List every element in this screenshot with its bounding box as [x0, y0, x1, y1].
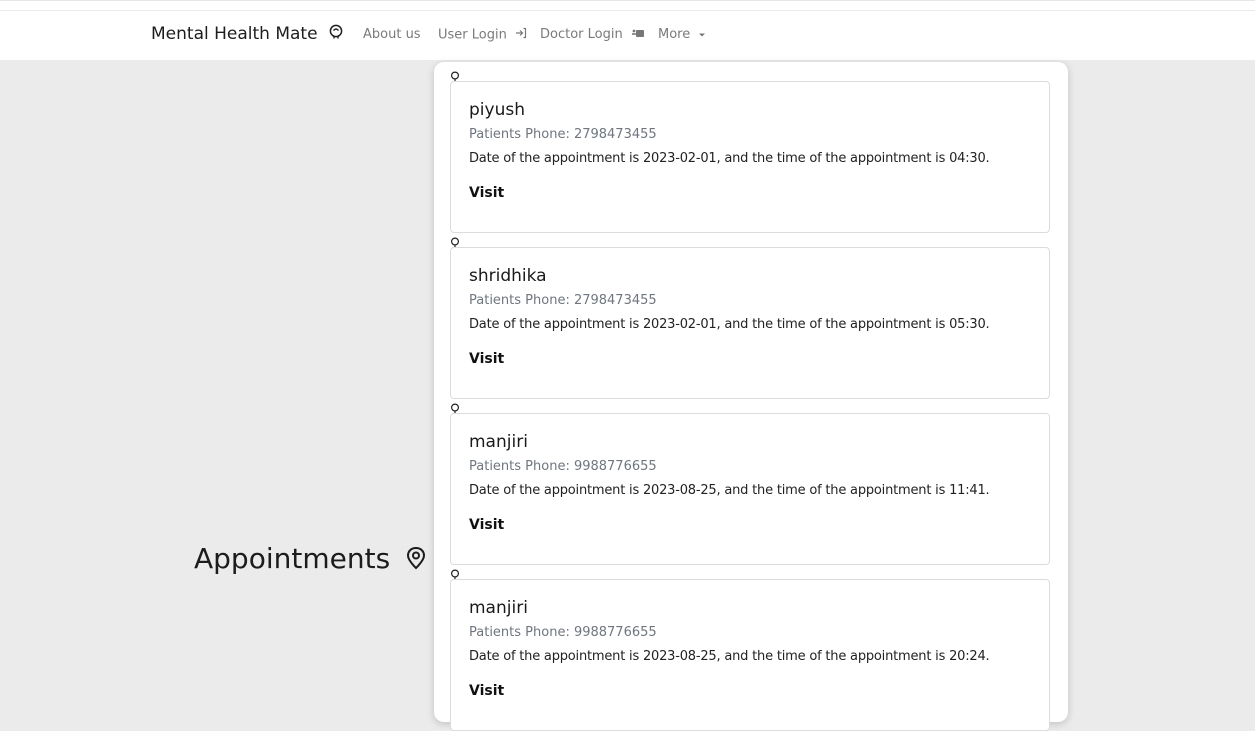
- appointment-details: Date of the appointment is 2023-08-25, a…: [469, 483, 990, 498]
- nav-about[interactable]: About us: [363, 27, 421, 42]
- appointment-card: manjiri Patients Phone: 9988776655 Date …: [450, 413, 1050, 565]
- page-title-text: Appointments: [194, 542, 391, 575]
- nav-user-login[interactable]: User Login: [438, 27, 527, 43]
- appointment-details: Date of the appointment is 2023-02-01, a…: [469, 317, 990, 332]
- patient-name: shridhika: [469, 266, 547, 286]
- appointment-card: piyush Patients Phone: 2798473455 Date o…: [450, 81, 1050, 233]
- brain-head-icon: [329, 24, 343, 44]
- patient-name: piyush: [469, 100, 525, 120]
- nav-doctor-login-label: Doctor Login: [540, 27, 623, 42]
- visit-link[interactable]: Visit: [469, 517, 504, 533]
- appointment-details: Date of the appointment is 2023-08-25, a…: [469, 649, 990, 664]
- navbar-divider: [0, 10, 1255, 11]
- appointment-card: shridhika Patients Phone: 2798473455 Dat…: [450, 247, 1050, 399]
- nav-more-dropdown[interactable]: More: [658, 27, 706, 42]
- nav-more-label: More: [658, 27, 691, 42]
- visit-link[interactable]: Visit: [469, 185, 504, 201]
- patient-name: manjiri: [469, 432, 528, 452]
- timeline-pin-icon: [450, 400, 460, 415]
- patient-phone: Patients Phone: 2798473455: [469, 293, 657, 308]
- doctor-icon: [631, 27, 645, 42]
- timeline-pin-icon: [450, 566, 460, 581]
- login-arrow-icon: [515, 27, 527, 43]
- visit-link[interactable]: Visit: [469, 683, 504, 699]
- patient-phone: Patients Phone: 2798473455: [469, 127, 657, 142]
- location-pin-icon: [405, 544, 427, 577]
- visit-link[interactable]: Visit: [469, 351, 504, 367]
- nav-doctor-login[interactable]: Doctor Login: [540, 27, 645, 42]
- brand-link[interactable]: Mental Health Mate: [151, 24, 343, 44]
- appointment-card: manjiri Patients Phone: 9988776655 Date …: [450, 579, 1050, 731]
- patient-phone: Patients Phone: 9988776655: [469, 459, 657, 474]
- nav-user-login-label: User Login: [438, 27, 507, 43]
- patient-phone: Patients Phone: 9988776655: [469, 625, 657, 640]
- navbar: Mental Health Mate About us User Login D…: [0, 0, 1255, 60]
- page-title: Appointments: [194, 542, 427, 577]
- brand-name: Mental Health Mate: [151, 24, 318, 44]
- appointment-details: Date of the appointment is 2023-02-01, a…: [469, 151, 990, 166]
- timeline-pin-icon: [450, 234, 460, 249]
- nav-about-label: About us: [363, 27, 421, 42]
- patient-name: manjiri: [469, 598, 528, 618]
- caret-down-icon: [698, 27, 706, 42]
- timeline-pin-icon: [450, 68, 460, 83]
